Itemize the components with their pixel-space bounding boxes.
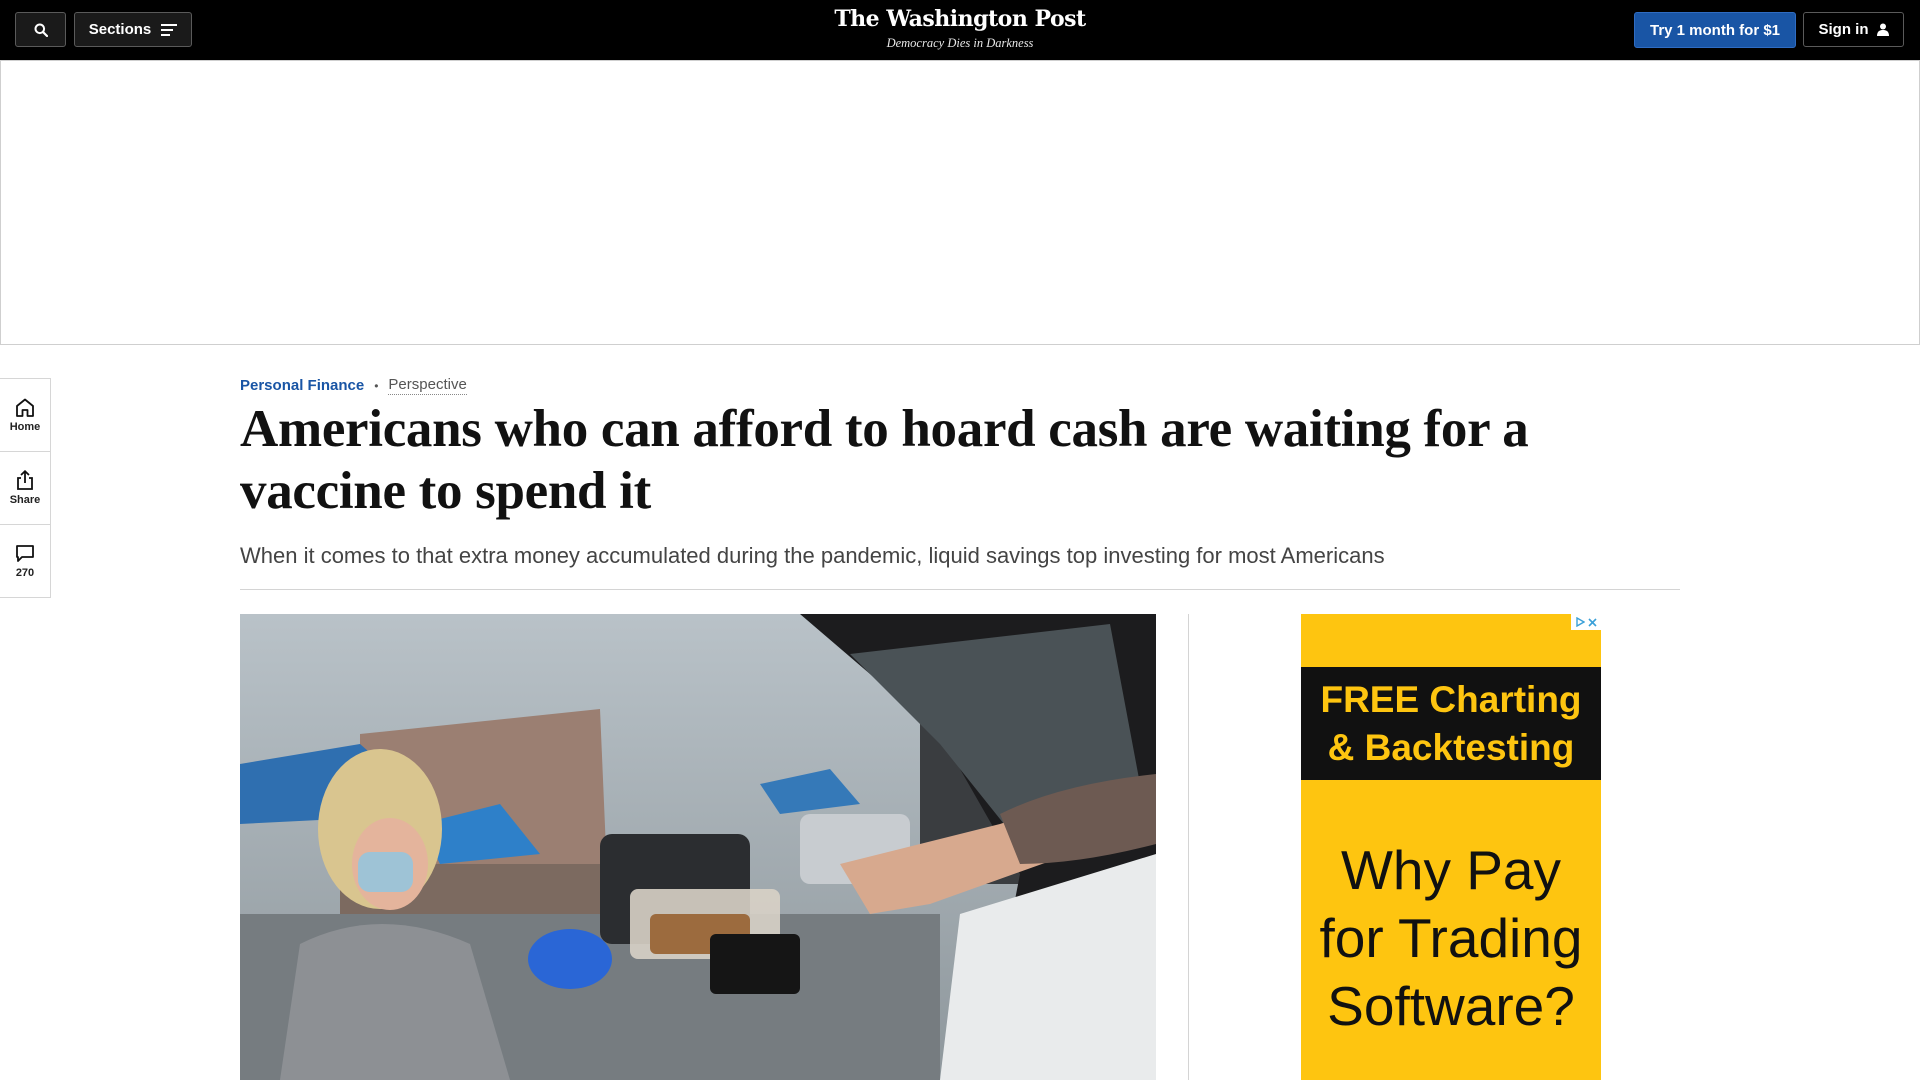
top-ad-slot	[0, 60, 1920, 345]
rail-home-label: Home	[9, 420, 41, 433]
rail-share-button[interactable]: Share	[0, 452, 50, 525]
ad-choices-badge[interactable]	[1571, 614, 1601, 630]
rail-home-button[interactable]: Home	[0, 379, 50, 452]
ad-body-line1: Why Pay	[1340, 839, 1562, 901]
article-subheadline: When it comes to that extra money accumu…	[240, 543, 1385, 568]
kicker-separator: •	[374, 378, 379, 393]
site-logo[interactable]: The Washington Post Democracy Dies in Da…	[0, 6, 1920, 51]
ad-body-line2: for Trading	[1319, 907, 1583, 969]
header-divider	[240, 589, 1680, 590]
ad-headline: FREE Charting & Backtesting	[1301, 667, 1601, 780]
article-kicker: Personal Finance • Perspective	[240, 376, 467, 395]
rail-comments-button[interactable]: 270	[0, 525, 50, 597]
article-headline: Americans who can afford to hoard cash a…	[240, 400, 1529, 520]
ad-headline-line2: & Backtesting	[1327, 726, 1575, 768]
logo-wordmark: The Washington Post	[834, 6, 1086, 32]
lead-photo	[240, 614, 1156, 1080]
perspective-label[interactable]: Perspective	[388, 376, 467, 395]
logo-tagline: Democracy Dies in Darkness	[886, 36, 1034, 50]
section-link[interactable]: Personal Finance	[240, 377, 364, 394]
article-action-rail: Home Share 270	[0, 378, 51, 598]
close-icon[interactable]	[1587, 617, 1597, 627]
home-icon	[16, 398, 34, 417]
share-icon	[17, 470, 33, 490]
sign-in-button[interactable]: Sign in	[1803, 12, 1904, 47]
ad-body-line3: Software?	[1327, 975, 1575, 1037]
subscribe-button[interactable]: Try 1 month for $1	[1634, 12, 1796, 48]
rail-comments-count: 270	[15, 566, 35, 579]
ad-headline-line1: FREE Charting	[1320, 678, 1582, 720]
sidebar-advertisement[interactable]: FREE Charting & Backtesting Why Pay for …	[1301, 614, 1601, 1080]
ad-choices-icon	[1575, 617, 1585, 627]
ad-body-text: Why Pay for Trading Software?	[1301, 836, 1601, 1040]
column-divider	[1188, 614, 1189, 1080]
sign-in-label: Sign in	[1818, 21, 1869, 38]
rail-share-label: Share	[9, 494, 41, 506]
comment-icon	[16, 544, 34, 562]
user-icon	[1876, 23, 1889, 36]
top-navigation-bar: Sections The Washington Post Democracy D…	[0, 0, 1920, 60]
